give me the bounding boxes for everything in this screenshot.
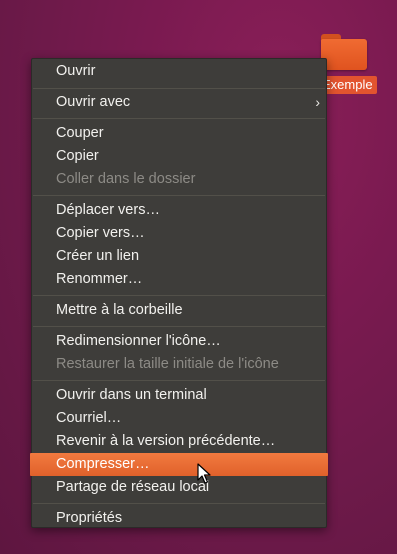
menu-item-properties[interactable]: Propriétés <box>32 507 326 530</box>
desktop-folder-icon[interactable]: Exemple <box>318 28 397 98</box>
menu-item-resize-icon[interactable]: Redimensionner l'icône… <box>32 330 326 353</box>
menu-item-cut[interactable]: Couper <box>32 122 326 145</box>
menu-item-open-in-terminal[interactable]: Ouvrir dans un terminal <box>32 384 326 407</box>
menu-item-move-to-trash[interactable]: Mettre à la corbeille <box>32 299 326 322</box>
menu-separator <box>33 380 325 381</box>
menu-item-move-to[interactable]: Déplacer vers… <box>32 199 326 222</box>
menu-separator <box>33 88 325 89</box>
menu-item-paste-into-folder: Coller dans le dossier <box>56 171 196 187</box>
menu-item-compress[interactable]: Compresser… <box>30 453 328 476</box>
mouse-pointer-icon <box>197 463 211 484</box>
menu-separator <box>33 195 325 196</box>
menu-separator <box>33 503 325 504</box>
menu-item-restore-icon-size: Restaurer la taille initiale de l'icône <box>56 356 279 372</box>
menu-item-open-with[interactable]: Ouvrir avec › <box>32 91 326 114</box>
menu-separator <box>33 326 325 327</box>
menu-item-copy-to[interactable]: Copier vers… <box>32 222 326 245</box>
menu-item-open[interactable]: Ouvrir <box>32 60 326 83</box>
folder-icon <box>321 34 367 70</box>
menu-item-label: Ouvrir avec <box>56 94 131 110</box>
menu-item-email[interactable]: Courriel… <box>32 407 326 430</box>
chevron-right-icon: › <box>315 94 320 110</box>
menu-item-rename[interactable]: Renommer… <box>32 268 326 291</box>
context-menu: Ouvrir Ouvrir avec › Couper Copier Colle… <box>30 58 328 530</box>
menu-item-create-link[interactable]: Créer un lien <box>32 245 326 268</box>
menu-separator <box>33 295 325 296</box>
menu-item-local-network-share[interactable]: Partage de réseau local <box>32 476 326 499</box>
menu-item-copy[interactable]: Copier <box>32 145 326 168</box>
menu-item-revert-previous-version[interactable]: Revenir à la version précédente… <box>32 430 326 453</box>
menu-separator <box>33 118 325 119</box>
